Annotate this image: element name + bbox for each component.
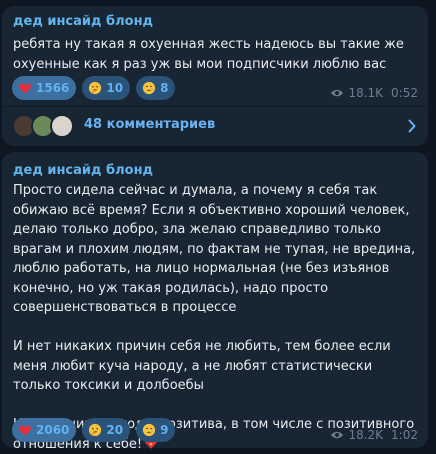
post-time: 0:52 [391, 86, 418, 100]
post-text-body: Просто сидела сейчас и думала, а почему … [13, 183, 416, 452]
reaction-heart[interactable]: 1566 [12, 76, 77, 100]
reaction-count: 9 [160, 423, 169, 437]
channel-post: дед инсайд блонд Просто сидела сейчас и … [2, 152, 428, 452]
thinking-face-icon [89, 423, 102, 437]
reaction-crying[interactable]: 9 [136, 418, 176, 442]
reaction-count: 8 [160, 81, 169, 95]
post-author[interactable]: дед инсайд блонд [13, 14, 153, 29]
post-meta: 18.2K 1:02 [330, 428, 418, 442]
post-meta: 18.1K 0:52 [330, 86, 418, 100]
reaction-heart[interactable]: 2060 [12, 418, 77, 442]
heart-icon [19, 83, 31, 94]
thinking-face-icon [89, 81, 102, 95]
reactions-bar: 1566 10 8 [12, 76, 176, 100]
heart-icon [19, 425, 31, 436]
comments-button[interactable]: 48 комментариев [2, 106, 428, 146]
reaction-thinking[interactable]: 10 [82, 76, 131, 100]
comments-count-label[interactable]: 48 комментариев [84, 117, 215, 132]
chevron-right-icon [408, 119, 416, 133]
post-time: 1:02 [391, 428, 418, 442]
reaction-count: 1566 [36, 81, 70, 95]
commenter-avatars [12, 114, 74, 138]
avatar [50, 114, 74, 138]
views-eye-icon [331, 89, 344, 97]
channel-post: дед инсайд блонд ребята ну такая я охуен… [2, 6, 428, 146]
reaction-thinking[interactable]: 20 [82, 418, 131, 442]
crying-face-icon [142, 81, 156, 95]
crying-face-icon [142, 423, 156, 437]
reaction-count: 20 [106, 423, 124, 437]
reaction-crying[interactable]: 8 [136, 76, 176, 100]
post-author[interactable]: дед инсайд блонд [13, 163, 153, 178]
reactions-bar: 2060 20 9 [12, 418, 176, 442]
reaction-count: 2060 [36, 423, 70, 437]
views-count: 18.2K [348, 428, 384, 442]
reaction-count: 10 [106, 81, 124, 95]
views-eye-icon [331, 431, 344, 439]
post-text: Просто сидела сейчас и думала, а почему … [13, 181, 418, 454]
views-count: 18.1K [348, 86, 384, 100]
